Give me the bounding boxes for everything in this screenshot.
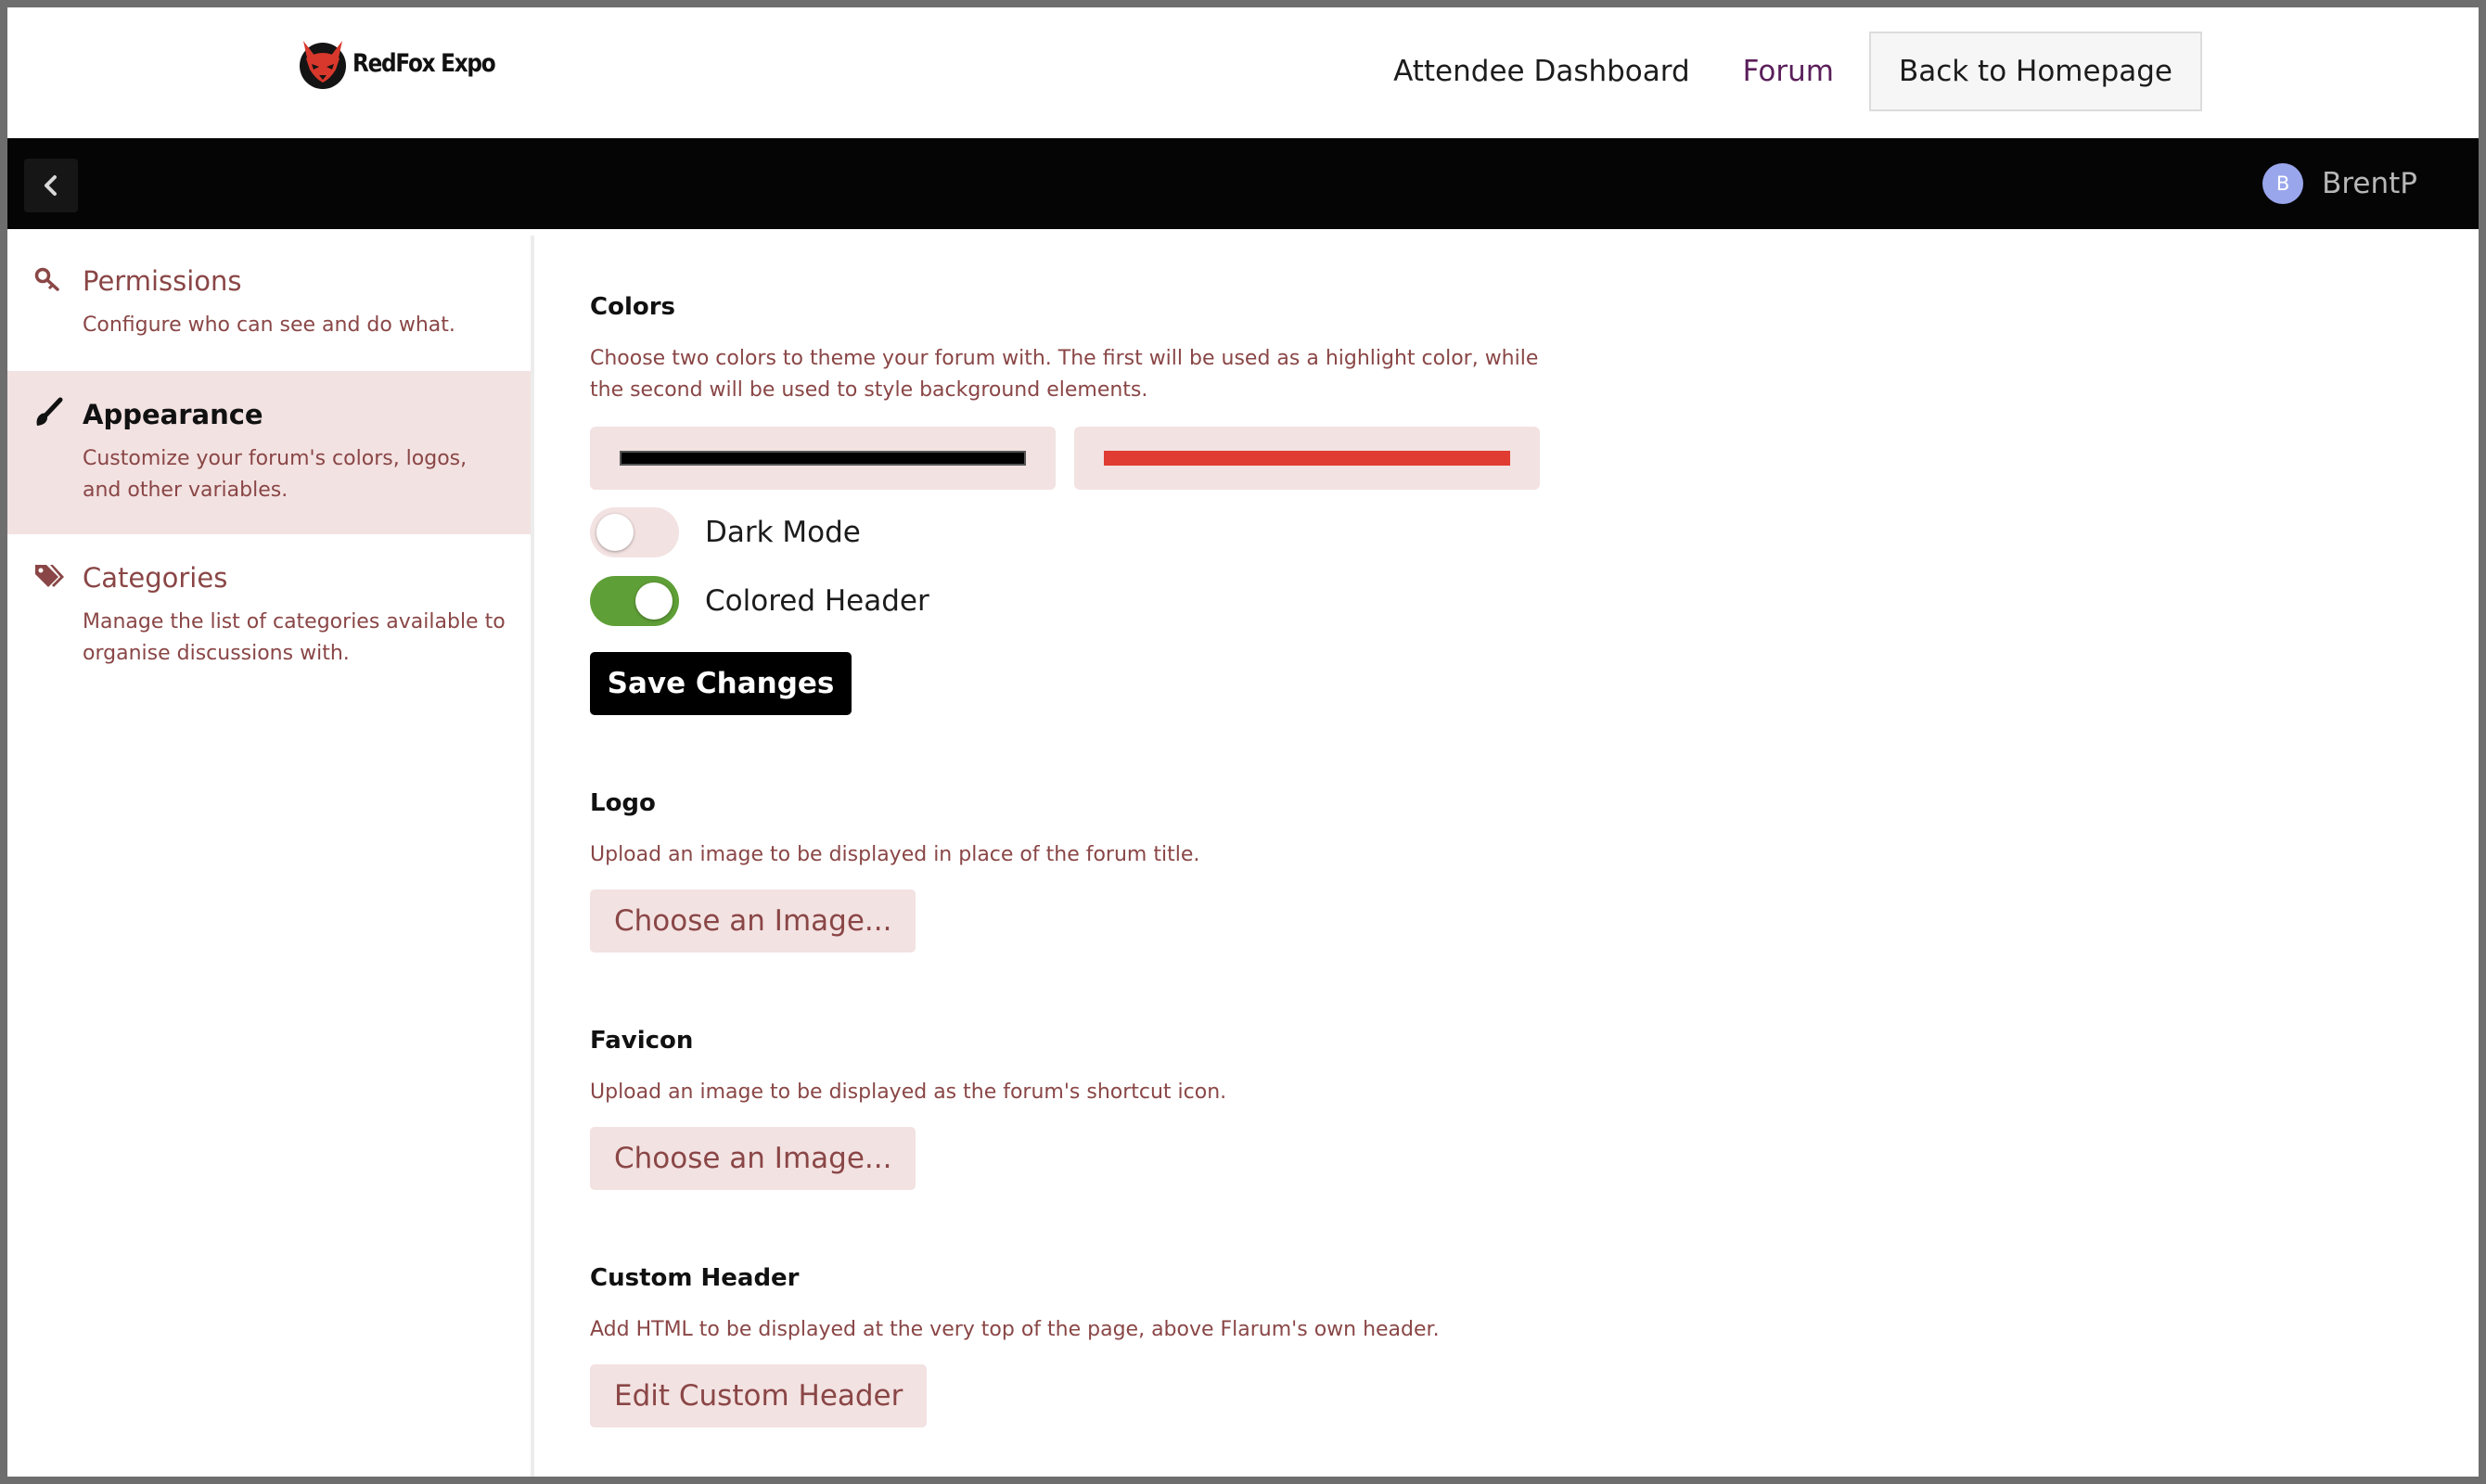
browser-viewport: RedFox Expo Attendee Dashboard Forum Bac…: [7, 7, 2479, 1477]
colors-description: Choose two colors to theme your forum wi…: [590, 347, 1539, 402]
back-button[interactable]: [24, 159, 78, 212]
key-icon: [33, 265, 61, 297]
site-logo[interactable]: RedFox Expo: [297, 35, 518, 91]
site-nav: Attendee Dashboard Forum Back to Homepag…: [1340, 32, 2202, 111]
edit-custom-header-button[interactable]: Edit Custom Header: [590, 1364, 928, 1427]
sidebar-item-description: Manage the list of categories available …: [83, 610, 506, 665]
sidebar-item-title: Permissions: [83, 265, 242, 297]
choose-favicon-button[interactable]: Choose an Image...: [590, 1127, 916, 1190]
colors-title: Colors: [590, 293, 676, 321]
admin-header: B BrentP: [7, 138, 2479, 229]
fox-logo-icon: [300, 41, 346, 89]
admin-sidebar: Permissions Configure who can see and do…: [7, 236, 534, 1477]
dark-mode-label: Dark Mode: [705, 516, 861, 549]
secondary-color-swatch: [1104, 451, 1510, 466]
chevron-left-icon: [45, 175, 57, 196]
sidebar-item-categories[interactable]: Categories Manage the list of categories…: [7, 536, 531, 684]
nav-attendee-dashboard[interactable]: Attendee Dashboard: [1393, 55, 1690, 88]
logo-title: Logo: [590, 789, 656, 817]
sidebar-item-appearance[interactable]: Appearance Customize your forum's colors…: [7, 371, 531, 534]
tags-icon: [33, 562, 65, 594]
sidebar-item-description: Customize your forum's colors, logos, an…: [83, 447, 468, 502]
save-changes-button[interactable]: Save Changes: [590, 652, 852, 715]
primary-color-input[interactable]: [590, 427, 1056, 490]
logo-text: RedFox Expo: [352, 48, 496, 78]
sidebar-item-permissions[interactable]: Permissions Configure who can see and do…: [7, 236, 531, 369]
user-menu[interactable]: B BrentP: [2262, 163, 2417, 204]
sidebar-item-title: Categories: [83, 562, 228, 594]
avatar: B: [2262, 163, 2304, 204]
custom-header-description: Add HTML to be displayed at the very top…: [590, 1318, 1440, 1341]
nav-forum[interactable]: Forum: [1743, 55, 1834, 88]
toggle-knob: [635, 582, 673, 620]
site-header: RedFox Expo Attendee Dashboard Forum Bac…: [7, 7, 2479, 137]
custom-header-title: Custom Header: [590, 1264, 800, 1292]
appearance-settings: Colors Choose two colors to theme your f…: [534, 236, 2479, 1477]
sidebar-item-title: Appearance: [83, 399, 263, 430]
dark-mode-toggle[interactable]: [590, 507, 679, 557]
favicon-title: Favicon: [590, 1027, 694, 1055]
primary-color-swatch: [620, 451, 1026, 466]
colored-header-toggle[interactable]: [590, 576, 679, 626]
favicon-description: Upload an image to be displayed as the f…: [590, 1081, 1227, 1104]
secondary-color-input[interactable]: [1074, 427, 1540, 490]
logo-description: Upload an image to be displayed in place…: [590, 843, 1200, 866]
choose-logo-button[interactable]: Choose an Image...: [590, 889, 916, 953]
paintbrush-icon: [33, 397, 63, 432]
sidebar-item-description: Configure who can see and do what.: [83, 313, 455, 337]
colored-header-label: Colored Header: [705, 584, 929, 618]
username: BrentP: [2322, 167, 2417, 200]
toggle-knob: [596, 514, 634, 551]
back-to-homepage-button[interactable]: Back to Homepage: [1868, 32, 2202, 111]
